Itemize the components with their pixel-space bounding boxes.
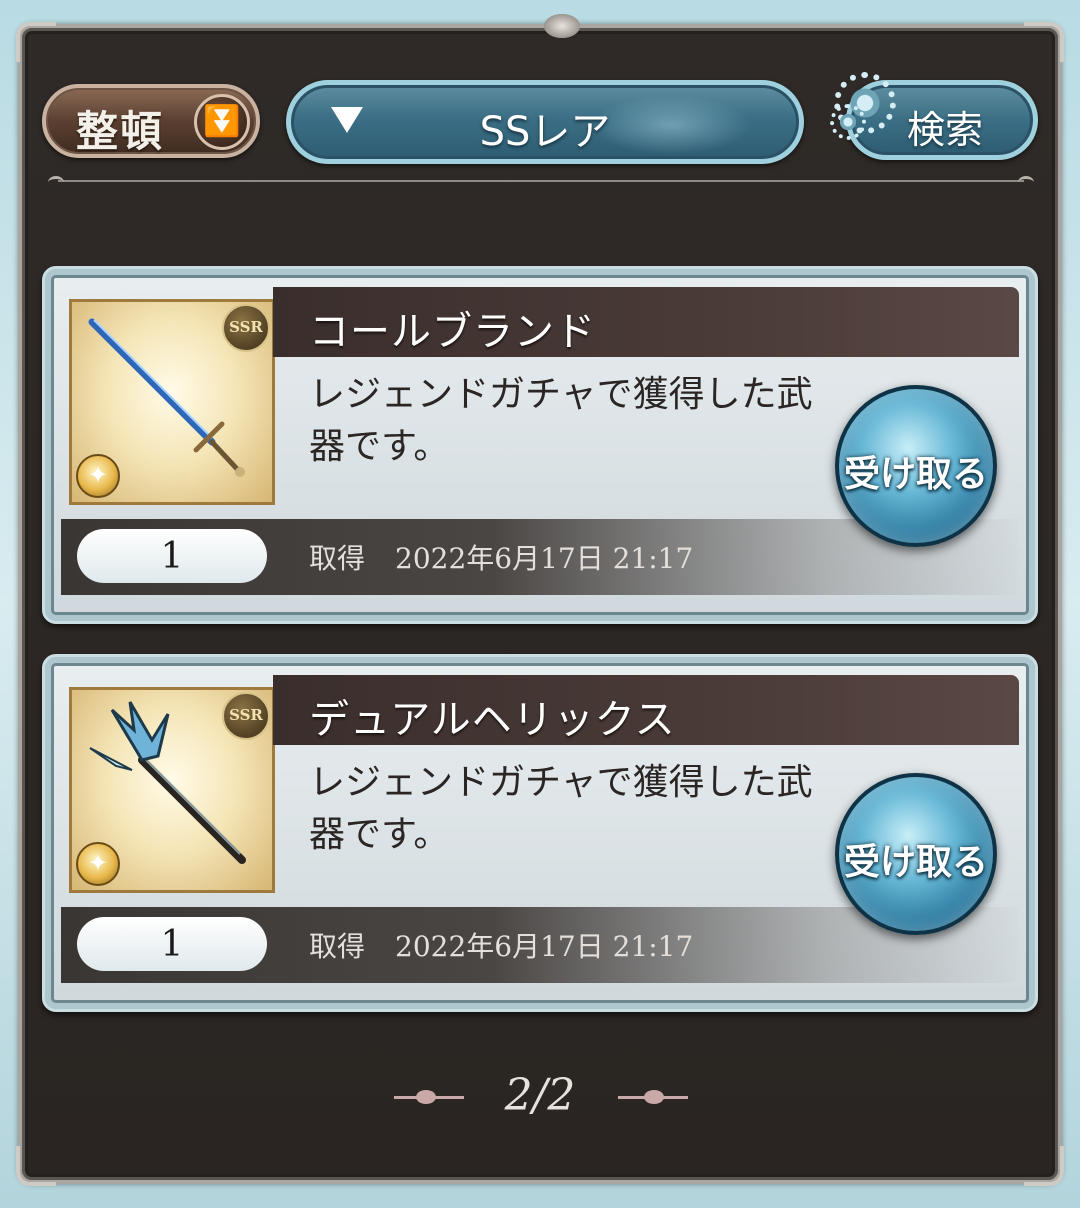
item-name: コールブランド — [309, 309, 596, 355]
chevron-double-down-icon: ⏬ — [194, 94, 250, 150]
sort-label: 整頓 — [76, 107, 165, 156]
item-card: SSR ✦ コールブランド レジェンドガチャで獲得した武器です。 1 取得 202… — [42, 266, 1038, 624]
receive-label: 受け取る — [843, 454, 988, 495]
weapon-thumbnail[interactable]: SSR ✦ — [69, 687, 275, 893]
search-label: 検索 — [907, 108, 984, 152]
acquired-info: 取得 2022年6月17日 21:17 — [309, 925, 693, 965]
frame-corner — [16, 22, 56, 62]
frame-corner — [1024, 22, 1064, 62]
item-name: デュアルヘリックス — [309, 697, 676, 743]
prev-page-arrow-icon[interactable] — [394, 1090, 464, 1104]
item-card: SSR ✦ デュアルヘリックス レジェンドガチャで獲得した武器です。 1 取得 2… — [42, 654, 1038, 1012]
acquired-date: 2022年6月17日 21:17 — [395, 542, 694, 575]
receive-button[interactable]: 受け取る — [835, 773, 997, 935]
light-element-icon: ✦ — [76, 842, 120, 886]
frame-corner — [16, 1146, 56, 1186]
receive-label: 受け取る — [843, 842, 988, 883]
sort-button[interactable]: 整頓 ⏬ — [42, 84, 260, 158]
receive-button[interactable]: 受け取る — [835, 385, 997, 547]
frame-corner — [1024, 1146, 1064, 1186]
light-element-icon: ✦ — [76, 454, 120, 498]
pagination: 2/2 — [0, 1070, 1080, 1130]
page-indicator: 2/2 — [504, 1070, 576, 1121]
acquired-label: 取得 — [309, 542, 366, 575]
gear-icon — [830, 104, 866, 140]
ssr-badge: SSR — [222, 304, 270, 352]
acquired-date: 2022年6月17日 21:17 — [395, 930, 694, 963]
item-count: 1 — [77, 917, 267, 971]
acquired-label: 取得 — [309, 930, 366, 963]
frame-ornament — [544, 14, 580, 38]
item-count: 1 — [77, 529, 267, 583]
filter-label: SSレア — [479, 109, 611, 155]
rarity-filter-dropdown[interactable]: SSレア — [286, 80, 804, 164]
item-description: レジェンドガチャで獲得した武器です。 — [309, 374, 813, 467]
toolbar-divider — [48, 176, 1034, 186]
next-page-arrow-icon[interactable] — [618, 1090, 688, 1104]
ssr-badge: SSR — [222, 692, 270, 740]
item-description: レジェンドガチャで獲得した武器です。 — [309, 762, 813, 855]
weapon-thumbnail[interactable]: SSR ✦ — [69, 299, 275, 505]
acquired-info: 取得 2022年6月17日 21:17 — [309, 537, 693, 577]
